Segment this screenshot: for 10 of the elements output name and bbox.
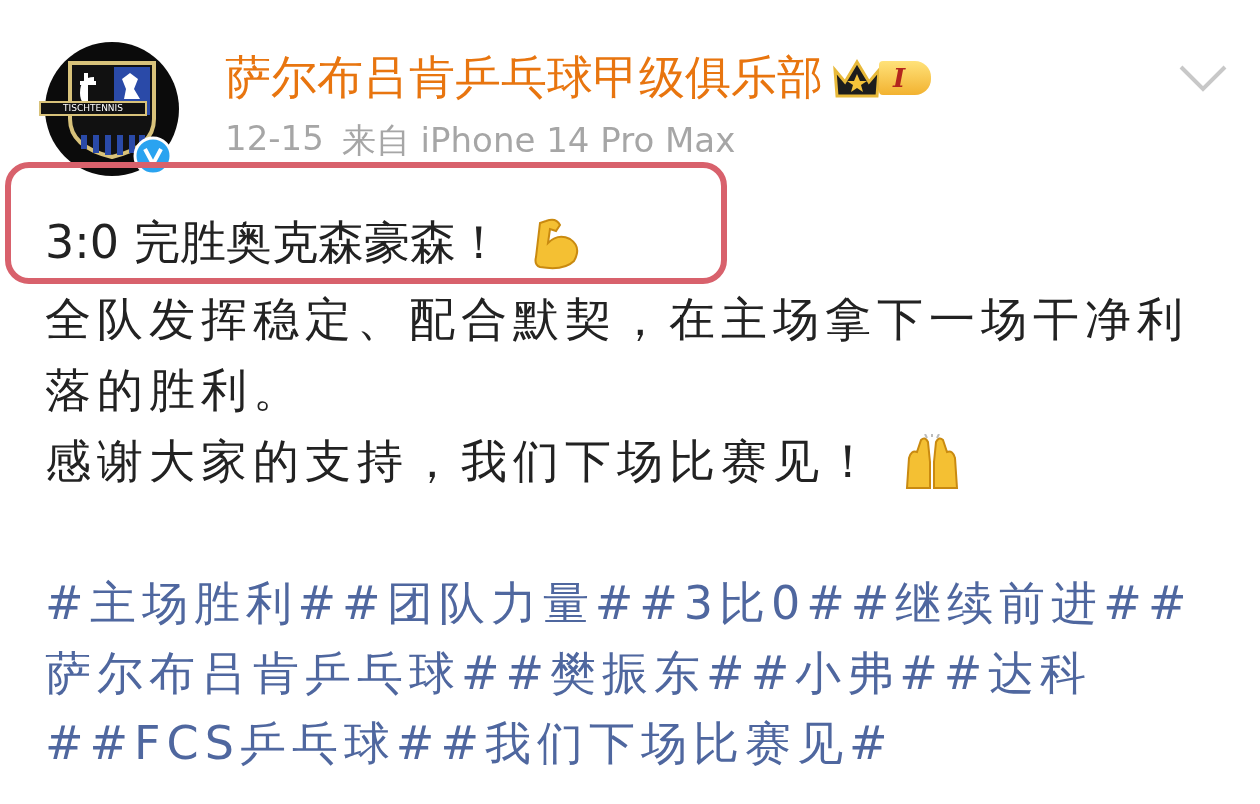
chevron-down-icon[interactable]	[1178, 64, 1228, 92]
logo-text: TISCHTENNIS	[39, 101, 147, 116]
post-text: 全队发挥稳定、配合默契，在主场拿下一场干净利落的胜利。	[45, 291, 1190, 419]
author-name[interactable]: 萨尔布吕肯乒乓球甲级俱乐部	[225, 47, 823, 109]
hashtags-text[interactable]: #主场胜利##团队力量##3比0##继续前进##萨尔布吕肯乒乓球##樊振东##小弗##达科##FCS乒乓球##我们下场比赛见#	[45, 568, 1225, 778]
headline-text: 3:0 完胜奥克森豪森！	[45, 214, 502, 271]
post-source: 来自 iPhone 14 Pro Max	[341, 119, 736, 162]
post-date: 12-15	[225, 118, 324, 160]
post-text: 感谢大家的支持，我们下场比赛见！	[45, 433, 877, 490]
level-badge: I	[879, 61, 932, 95]
